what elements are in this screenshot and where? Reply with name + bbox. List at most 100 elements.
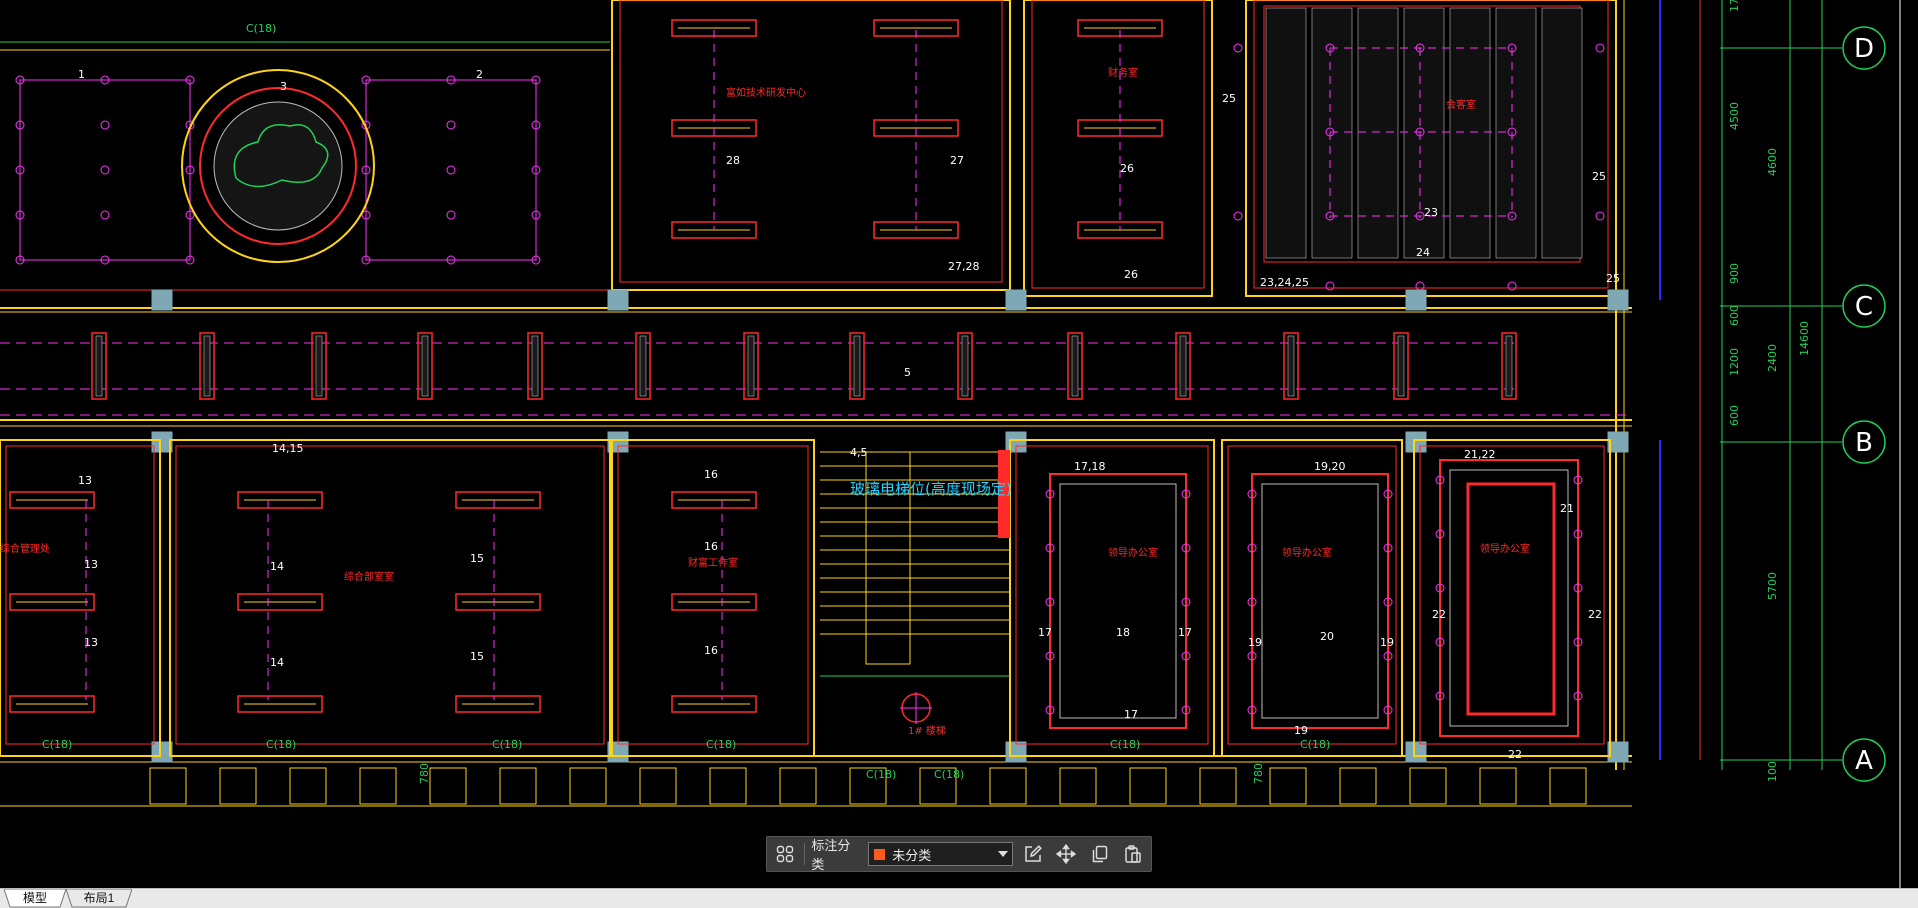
facade-segment: [1479, 767, 1517, 805]
annotation-tag: 22: [1508, 748, 1522, 761]
cad-drawing-canvas[interactable]: 富如技术研发中心 财务室 会客室 综合管理处 综合部室室 财富工作室 领导办公室 领导办公室 领…: [0, 0, 1918, 888]
room-label: 综合管理处: [0, 542, 50, 555]
downlight: [100, 120, 110, 130]
annotation-tag: 14: [270, 656, 284, 669]
annotation-tag: 24: [1416, 246, 1430, 259]
copy-icon[interactable]: [1086, 840, 1113, 868]
room-label: 财务室: [1108, 66, 1138, 79]
facade-segment: [1269, 767, 1307, 805]
annotation-tag: 15: [470, 650, 484, 663]
facade-segment: [499, 767, 537, 805]
move-icon[interactable]: [1053, 840, 1080, 868]
annotation-tag: 27,28: [948, 260, 980, 273]
category-value: 未分类: [892, 847, 932, 863]
annotation-tag: 19: [1248, 636, 1262, 649]
annotation-tag: 18: [1116, 626, 1130, 639]
annotation-tag: 19: [1294, 724, 1308, 737]
category-label: 标注分类: [811, 838, 851, 872]
downlight: [1507, 281, 1517, 291]
floor-plan-drawing[interactable]: 富如技术研发中心 财务室会客室综合管理处综合部室室 财富工作室 领导办公室 领导办公室 领…: [0, 0, 1918, 888]
facade-segment: [359, 767, 397, 805]
room-boundary: [1031, 0, 1205, 289]
structural-column: [1607, 289, 1629, 311]
facade-segment: [429, 767, 467, 805]
corridor-fixture: [1505, 335, 1513, 397]
dimension-text: 600: [1728, 305, 1741, 326]
dimension-text: 900: [1728, 263, 1741, 284]
structural-column: [1405, 741, 1427, 763]
annotation-tag: 17,18: [1074, 460, 1106, 473]
layout-tab-bar: 模型 布局1: [0, 888, 1918, 908]
downlight: [1233, 211, 1243, 221]
annotation-tag: 17: [1178, 626, 1192, 639]
tab-model[interactable]: 模型: [4, 889, 66, 908]
corridor-fixture: [531, 335, 539, 397]
corridor-fixture: [639, 335, 647, 397]
annotation-tag: 25: [1222, 92, 1236, 105]
room-label: 领导办公室: [1108, 546, 1158, 559]
annotation-tag: 22: [1432, 608, 1446, 621]
dimension-text: 1200: [1728, 348, 1741, 376]
ceiling-frame: [1049, 473, 1187, 729]
edit-icon[interactable]: [1019, 840, 1046, 868]
annotation-tag: 13: [84, 636, 98, 649]
downlight: [1595, 43, 1605, 53]
annotation-tag: 28: [726, 154, 740, 167]
annotation-tag: 4,5: [850, 446, 868, 459]
category-dropdown[interactable]: 未分类: [868, 842, 1014, 866]
annotation-tag: 14: [270, 560, 284, 573]
grid-icon[interactable]: [771, 840, 798, 868]
dimension-text: 2400: [1766, 344, 1779, 372]
facade-segment: [1199, 767, 1237, 805]
annotation-tag: 5: [904, 366, 911, 379]
annotation-toolbar: 标注分类 未分类: [766, 836, 1152, 872]
ceiling-frame: [1466, 482, 1556, 716]
annotation-tag: 26: [1120, 162, 1134, 175]
annotation-tag: 13: [78, 474, 92, 487]
grid-axis-label: D: [1854, 34, 1874, 64]
downlight: [1325, 281, 1335, 291]
annotation-tag: 26: [1124, 268, 1138, 281]
dimension-text: C(18): [1110, 738, 1140, 751]
room-outline: [1009, 439, 1215, 757]
downlight: [446, 165, 456, 175]
facade-segment: [149, 767, 187, 805]
structural-column: [151, 289, 173, 311]
facade-segment: [1409, 767, 1447, 805]
facade-segment: [779, 767, 817, 805]
dimension-text: 14600: [1798, 321, 1811, 356]
paste-icon[interactable]: [1120, 840, 1147, 868]
structural-column: [607, 289, 629, 311]
downlight: [1415, 281, 1425, 291]
facade-segment: [569, 767, 607, 805]
annotation-tag: 2: [476, 68, 483, 81]
corridor-fixture: [421, 335, 429, 397]
dimension-text: 100: [1766, 761, 1779, 782]
downlight: [1233, 43, 1243, 53]
structural-column: [1405, 289, 1427, 311]
dimension-text: C(18): [706, 738, 736, 751]
tab-layout1[interactable]: 布局1: [66, 889, 132, 908]
tab-model-label: 模型: [22, 891, 47, 905]
structural-column: [1005, 289, 1027, 311]
annotation-tag: 25: [1592, 170, 1606, 183]
dimension-text: C(18): [492, 738, 522, 751]
facade-segment: [289, 767, 327, 805]
room-label: 玻璃电梯位(高度现场定): [850, 480, 1012, 498]
ceiling-frame: [1439, 459, 1579, 737]
room-outline: [1413, 439, 1611, 757]
annotation-tag: 14,15: [272, 442, 304, 455]
room-boundary: [617, 445, 809, 745]
annotation-tag: 13: [84, 558, 98, 571]
facade-segment: [709, 767, 747, 805]
room-outline: [1023, 0, 1213, 297]
annotation-tag: 16: [704, 468, 718, 481]
ceiling-hatch: [1449, 7, 1491, 259]
annotation-tag: 19,20: [1314, 460, 1346, 473]
corridor-fixture: [1071, 335, 1079, 397]
ceiling-frame: [1251, 473, 1389, 729]
category-color-swatch: [873, 847, 887, 861]
annotation-tag: 15: [470, 552, 484, 565]
annotation-tag: 1: [78, 68, 85, 81]
room-label: 综合部室室: [344, 570, 394, 583]
